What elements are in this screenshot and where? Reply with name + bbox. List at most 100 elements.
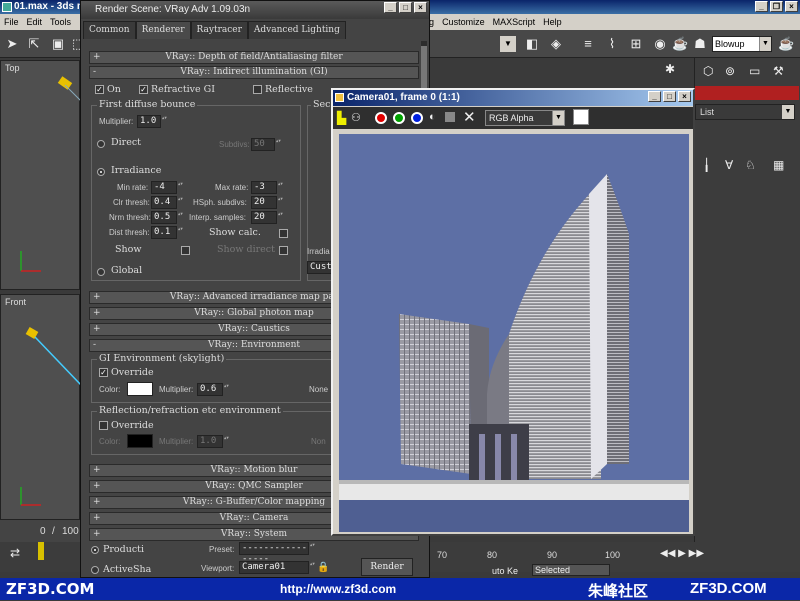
layer-icon[interactable]: ≡ bbox=[580, 36, 596, 52]
dropdown-arrow-icon[interactable]: ▼ bbox=[500, 36, 516, 52]
viewport-select[interactable]: Camera01 bbox=[239, 561, 318, 574]
color-swatch-display[interactable] bbox=[573, 109, 589, 125]
alpha-icon[interactable]: ◐ bbox=[429, 111, 436, 123]
viewport-front[interactable]: Front bbox=[0, 294, 81, 520]
interp-samples-spinner[interactable]: 20 bbox=[251, 211, 286, 224]
key-mode-icon[interactable]: ⇄ bbox=[10, 546, 20, 560]
refl-override-label: Override bbox=[111, 420, 154, 431]
reflective-gi-checkbox[interactable] bbox=[253, 85, 262, 94]
object-color-bar[interactable] bbox=[695, 86, 799, 100]
material-editor-icon[interactable]: ◉ bbox=[652, 36, 668, 52]
gi-on-checkbox[interactable]: ✓ bbox=[95, 85, 104, 94]
viewport-top[interactable]: Top bbox=[0, 60, 81, 290]
make-unique-icon[interactable]: ♘ bbox=[745, 158, 756, 172]
channel-select[interactable]: RGB Alpha ▼ bbox=[485, 110, 565, 126]
render-dialog-close-button[interactable]: × bbox=[414, 2, 427, 13]
nrm-thresh-spinner[interactable]: 0.5 bbox=[151, 211, 186, 224]
refl-map-none-button[interactable]: Non bbox=[311, 437, 326, 446]
preset-select[interactable]: ----------------- bbox=[239, 542, 318, 564]
rollout-gi[interactable]: - VRay:: Indirect illumination (GI) bbox=[89, 66, 419, 79]
render-dialog-minimize-button[interactable]: _ bbox=[384, 2, 397, 13]
env-override-checkbox[interactable]: ✓ bbox=[99, 368, 108, 377]
region-select-icon[interactable]: ▣ bbox=[50, 36, 66, 52]
env-multiplier-spinner[interactable]: 0.6 bbox=[197, 383, 232, 396]
custom-select[interactable]: Custo bbox=[307, 261, 342, 274]
menu-help[interactable]: Help bbox=[539, 14, 566, 30]
hierarchy-tab-icon[interactable]: ⊚ bbox=[725, 64, 735, 78]
display-tab-icon[interactable]: ▭ bbox=[749, 64, 760, 78]
refl-color-swatch[interactable] bbox=[127, 434, 153, 448]
irradiance-radio[interactable] bbox=[97, 168, 105, 176]
time-slider[interactable]: 0 / 100 bbox=[0, 520, 80, 542]
render-dialog-maximize-button[interactable]: □ bbox=[399, 2, 412, 13]
refl-override-checkbox[interactable] bbox=[99, 421, 108, 430]
menu-tools[interactable]: Tools bbox=[46, 14, 75, 30]
refl-multiplier-spinner[interactable]: 1.0 bbox=[197, 435, 232, 448]
quick-render-icon[interactable]: ☗ bbox=[692, 36, 708, 52]
utilities-tab-icon[interactable]: ⚒ bbox=[773, 64, 784, 78]
render-last-icon[interactable]: ☕ bbox=[778, 36, 794, 52]
modify-tab-icon[interactable]: ⬡ bbox=[703, 64, 713, 78]
close-button[interactable]: × bbox=[785, 1, 798, 12]
pin-stack-icon[interactable]: ╽ bbox=[703, 158, 710, 172]
rollout-dof[interactable]: + VRay:: Depth of field/Antialiasing filt… bbox=[89, 51, 419, 64]
global-radio[interactable] bbox=[97, 268, 105, 276]
selected-select[interactable]: Selected bbox=[532, 564, 610, 576]
hsph-subdivs-spinner[interactable]: 20 bbox=[251, 196, 286, 209]
multiplier-spinner[interactable]: 1.0 bbox=[137, 115, 170, 128]
tab-renderer[interactable]: Renderer bbox=[135, 21, 191, 39]
align-icon[interactable]: ◈ bbox=[548, 36, 564, 52]
env-map-none-button[interactable]: None bbox=[309, 385, 328, 394]
green-channel-toggle[interactable] bbox=[393, 112, 405, 124]
tab-common[interactable]: Common bbox=[83, 21, 136, 39]
time-config-icon[interactable] bbox=[38, 542, 44, 560]
select-arrow-icon[interactable]: ➤ bbox=[4, 36, 20, 52]
frame-minimize-button[interactable]: _ bbox=[648, 91, 661, 102]
mirror-icon[interactable]: ◧ bbox=[524, 36, 540, 52]
show-calc-label: Show calc. bbox=[209, 227, 261, 238]
modifier-list-select[interactable]: List ▼ bbox=[695, 104, 795, 120]
menu-customize[interactable]: Customize bbox=[438, 14, 489, 30]
tab-advanced-lighting[interactable]: Advanced Lighting bbox=[247, 21, 346, 39]
dist-thresh-spinner[interactable]: 0.1 bbox=[151, 226, 186, 239]
lock-icon[interactable]: 🔒 bbox=[317, 562, 329, 573]
render-type-select[interactable]: Blowup ▼ bbox=[712, 36, 772, 52]
render-setup-icon[interactable]: ☕ bbox=[672, 36, 688, 52]
show-direct-checkbox[interactable] bbox=[279, 246, 288, 255]
render-button[interactable]: Render bbox=[361, 558, 413, 576]
frame-maximize-button[interactable]: □ bbox=[663, 91, 676, 102]
create-tab-icon[interactable]: ✱ bbox=[665, 62, 675, 76]
min-rate-spinner[interactable]: -4 bbox=[151, 181, 186, 194]
curve-editor-icon[interactable]: ⌇ bbox=[604, 36, 620, 52]
clr-thresh-spinner[interactable]: 0.4 bbox=[151, 196, 186, 209]
frame-close-button[interactable]: × bbox=[678, 91, 691, 102]
red-channel-toggle[interactable] bbox=[375, 112, 387, 124]
tab-raytracer[interactable]: Raytracer bbox=[190, 21, 248, 39]
clear-icon[interactable]: ✕ bbox=[463, 108, 476, 126]
show-end-icon[interactable]: ∀ bbox=[725, 158, 733, 172]
restore-button[interactable]: ❐ bbox=[770, 1, 783, 12]
show-calc-checkbox[interactable] bbox=[279, 229, 288, 238]
ruler-90: 90 bbox=[547, 550, 558, 560]
save-bitmap-icon[interactable]: ▙ bbox=[337, 111, 346, 125]
schematic-icon[interactable]: ⊞ bbox=[628, 36, 644, 52]
menu-maxscript[interactable]: MAXScript bbox=[489, 14, 540, 30]
menu-file[interactable]: File bbox=[0, 14, 23, 30]
clone-icon[interactable]: ⚇ bbox=[351, 111, 361, 124]
subdivs-spinner[interactable]: 50 bbox=[251, 138, 284, 151]
production-radio[interactable] bbox=[91, 546, 99, 554]
auto-key-label[interactable]: uto Ke bbox=[492, 566, 518, 576]
blue-channel-toggle[interactable] bbox=[411, 112, 423, 124]
activeshade-radio[interactable] bbox=[91, 566, 99, 574]
play-controls-icon[interactable]: ◀◀ ▶ ▶▶ bbox=[660, 548, 704, 559]
mono-icon[interactable] bbox=[445, 112, 455, 122]
minimize-button[interactable]: _ bbox=[755, 1, 768, 12]
refractive-gi-checkbox[interactable]: ✓ bbox=[139, 85, 148, 94]
direct-radio[interactable] bbox=[97, 140, 105, 148]
select-name-icon[interactable]: ⇱ bbox=[26, 36, 42, 52]
max-rate-spinner[interactable]: -3 bbox=[251, 181, 286, 194]
menu-edit[interactable]: Edit bbox=[23, 14, 47, 30]
show-checkbox[interactable] bbox=[181, 246, 190, 255]
env-color-swatch[interactable] bbox=[127, 382, 153, 396]
config-sets-icon[interactable]: ▦ bbox=[773, 158, 784, 172]
